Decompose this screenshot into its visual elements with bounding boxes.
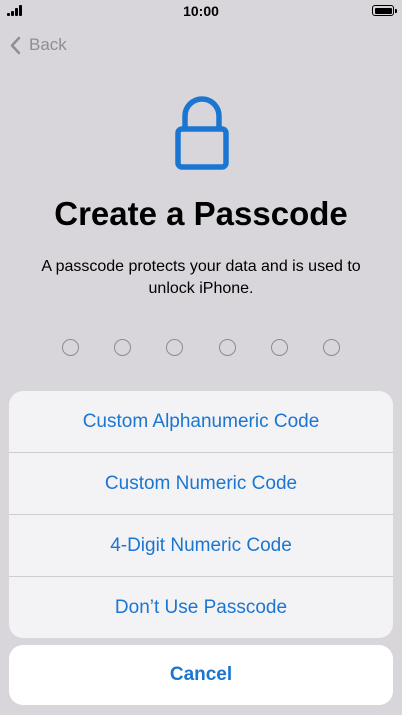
option-custom-numeric-code[interactable]: Custom Numeric Code xyxy=(9,452,393,514)
cancel-button[interactable]: Cancel xyxy=(9,645,393,705)
passcode-dot xyxy=(114,339,132,356)
chevron-left-icon xyxy=(10,36,21,54)
lock-icon xyxy=(175,96,229,170)
option-dont-use-passcode[interactable]: Don’t Use Passcode xyxy=(9,576,393,638)
passcode-dot xyxy=(166,339,184,356)
option-4-digit-numeric-code[interactable]: 4-Digit Numeric Code xyxy=(9,514,393,576)
passcode-dot xyxy=(270,339,288,356)
option-custom-alphanumeric-code[interactable]: Custom Alphanumeric Code xyxy=(9,391,393,452)
passcode-dot xyxy=(218,339,236,356)
status-bar: 10:00 xyxy=(0,0,402,22)
passcode-dots xyxy=(62,339,340,359)
status-time: 10:00 xyxy=(183,3,219,19)
back-button[interactable]: Back xyxy=(10,33,67,57)
passcode-dot xyxy=(322,339,340,356)
page-title: Create a Passcode xyxy=(54,195,348,232)
passcode-dot xyxy=(62,339,79,356)
page-subtitle: A passcode protects your data and is use… xyxy=(41,258,361,297)
passcode-options-sheet: Custom Alphanumeric Code Custom Numeric … xyxy=(9,391,393,638)
back-label: Back xyxy=(29,35,67,54)
battery-icon xyxy=(372,5,397,16)
